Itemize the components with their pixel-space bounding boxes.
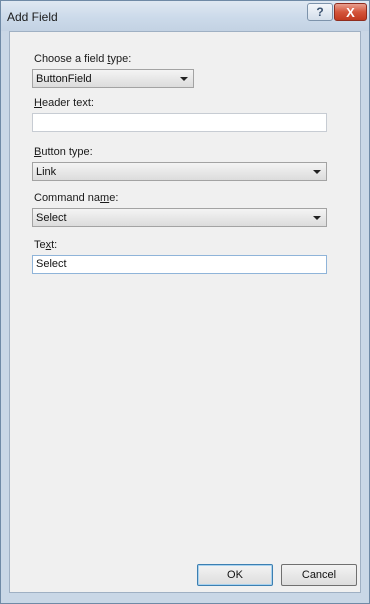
chevron-down-icon [313,216,321,220]
field-type-dropdown[interactable]: ButtonField [32,69,194,88]
field-type-label: Choose a field type: [34,53,132,65]
header-text-input[interactable] [32,113,327,132]
close-icon: X [346,4,355,20]
title-bar[interactable]: Add Field ? X [1,1,369,31]
field-type-value: ButtonField [36,73,92,85]
button-type-value: Link [36,166,57,178]
cancel-button[interactable]: Cancel [281,564,357,586]
command-name-label: Command name: [34,192,119,204]
text-input[interactable]: Select [32,255,327,274]
help-icon: ? [316,5,324,19]
add-field-dialog: Add Field ? X Choose a field type: Butto… [0,0,370,604]
command-name-value: Select [36,212,67,224]
command-name-dropdown[interactable]: Select [32,208,327,227]
text-label: Text: [34,239,58,251]
dialog-body: Choose a field type: ButtonField Header … [9,31,361,593]
ok-button[interactable]: OK [197,564,273,586]
header-text-label: Header text: [34,97,94,109]
help-button[interactable]: ? [307,3,333,21]
dialog-title: Add Field [7,10,58,24]
chevron-down-icon [313,170,321,174]
button-type-dropdown[interactable]: Link [32,162,327,181]
chevron-down-icon [180,77,188,81]
close-button[interactable]: X [334,3,367,21]
button-type-label: Button type: [34,146,93,158]
